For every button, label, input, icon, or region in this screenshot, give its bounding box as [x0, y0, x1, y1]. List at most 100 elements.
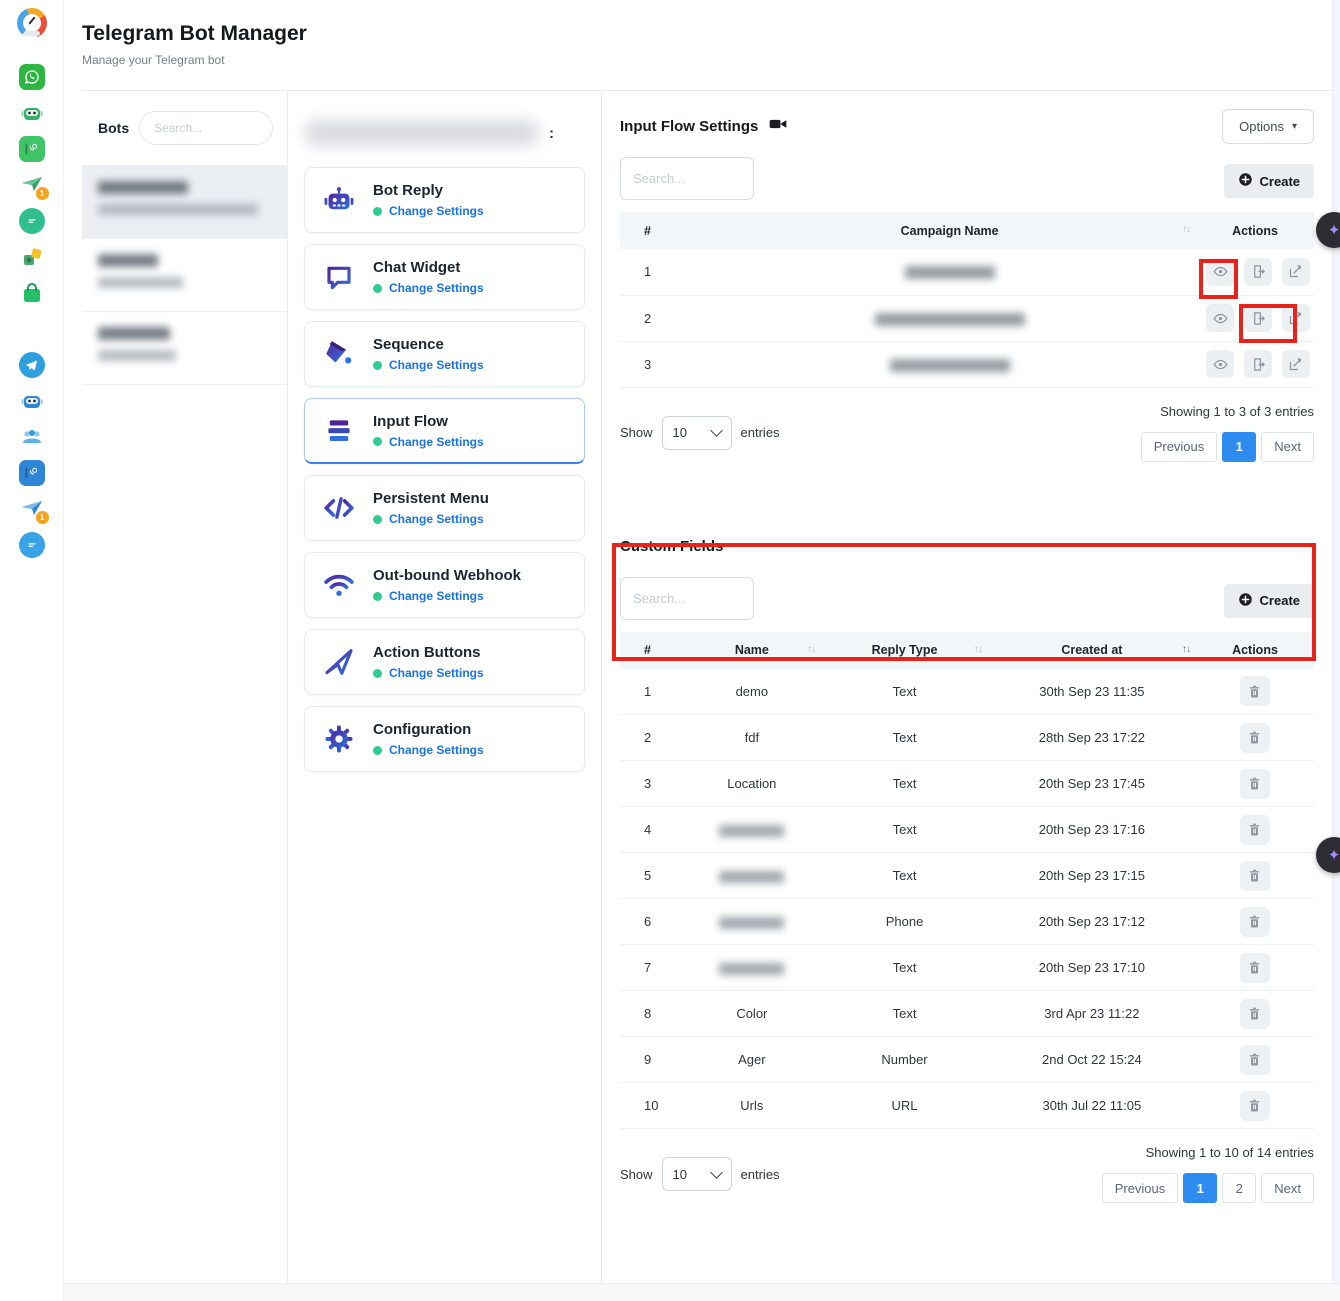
fields-create-button[interactable]: Create	[1224, 584, 1314, 618]
field-reply-type: Number	[821, 1037, 988, 1083]
page-size-select[interactable]: 10	[662, 416, 732, 450]
contacts-green-icon[interactable]	[19, 136, 45, 162]
change-settings-link[interactable]: Change Settings	[389, 435, 484, 449]
column-header-created-at[interactable]: Created at↑↓	[988, 632, 1196, 669]
flow-search-input[interactable]	[620, 157, 754, 200]
menu-card-bot-reply[interactable]: Bot Reply Change Settings	[304, 167, 585, 233]
field-name: Location	[682, 761, 821, 807]
chevron-down-icon	[710, 424, 723, 437]
store-green-icon[interactable]	[19, 280, 45, 306]
sort-icon-active[interactable]: ↑↓	[1182, 644, 1190, 655]
menu-card-label: Sequence	[373, 336, 484, 353]
change-settings-link[interactable]: Change Settings	[389, 743, 484, 757]
sort-icon[interactable]: ↑↓	[807, 644, 815, 655]
field-reply-type: Text	[821, 807, 988, 853]
page-subtitle: Manage your Telegram bot	[82, 53, 307, 67]
column-header-reply-type[interactable]: Reply Type↑↓	[821, 632, 988, 669]
change-settings-link[interactable]: Change Settings	[389, 589, 484, 603]
column-header-name[interactable]: Name↑↓	[682, 632, 821, 669]
campaign-blue-icon[interactable]: 1	[19, 496, 45, 522]
sort-icon[interactable]: ↑↓	[974, 644, 982, 655]
menu-card-outbound-webhook[interactable]: Out-bound Webhook Change Settings	[304, 552, 585, 618]
menu-card-chat-widget[interactable]: Chat Widget Change Settings	[304, 244, 585, 310]
previous-page-button[interactable]: Previous	[1141, 432, 1218, 462]
menu-card-label: Input Flow	[373, 413, 484, 430]
campaign-green-icon[interactable]: 1	[19, 172, 45, 198]
field-row: 10 Urls URL 30th Jul 22 11:05	[620, 1083, 1314, 1129]
field-name: demo	[682, 669, 821, 715]
bots-search-input[interactable]	[139, 111, 273, 145]
bot-list-item[interactable]	[82, 239, 287, 312]
bot-blue-icon[interactable]	[19, 388, 45, 414]
menu-card-action-buttons[interactable]: Action Buttons Change Settings	[304, 629, 585, 695]
chat-blue-icon[interactable]	[19, 532, 45, 558]
column-header-actions: Actions	[1196, 212, 1314, 249]
page-1-button[interactable]: 1	[1222, 432, 1256, 462]
menu-card-persistent-menu[interactable]: Persistent Menu Change Settings	[304, 475, 585, 541]
delete-button[interactable]	[1240, 953, 1270, 983]
flow-create-button[interactable]: Create	[1224, 164, 1314, 198]
fields-search-input[interactable]	[620, 577, 754, 620]
delete-button[interactable]	[1240, 769, 1270, 799]
export-button[interactable]	[1244, 258, 1272, 286]
sort-icon[interactable]: ↑↓	[1182, 224, 1190, 235]
delete-button[interactable]	[1240, 723, 1270, 753]
row-number: 2	[620, 715, 682, 761]
export-button[interactable]	[1244, 304, 1272, 332]
edit-button[interactable]	[1282, 304, 1310, 332]
scrollbar-track[interactable]	[1332, 0, 1340, 1301]
delete-button[interactable]	[1240, 815, 1270, 845]
change-settings-link[interactable]: Change Settings	[389, 358, 484, 372]
view-button[interactable]	[1206, 304, 1234, 332]
bot-green-icon[interactable]	[19, 100, 45, 126]
page-2-button[interactable]: 2	[1222, 1173, 1256, 1203]
integrations-green-icon[interactable]	[19, 244, 45, 270]
bot-list-item[interactable]	[82, 312, 287, 385]
change-settings-link[interactable]: Change Settings	[389, 666, 484, 680]
status-dot	[373, 361, 382, 370]
field-created-at: 30th Jul 22 11:05	[988, 1083, 1196, 1129]
entries-label: entries	[741, 425, 780, 440]
column-header-num: #	[620, 632, 682, 669]
paper-plane-icon	[319, 645, 359, 679]
contacts-blue-icon[interactable]	[19, 460, 45, 486]
delete-button[interactable]	[1240, 861, 1270, 891]
delete-button[interactable]	[1240, 1091, 1270, 1121]
chat-green-icon[interactable]	[19, 208, 45, 234]
delete-button[interactable]	[1240, 1045, 1270, 1075]
menu-card-input-flow-selected[interactable]: Input Flow Change Settings	[304, 398, 585, 464]
change-settings-link[interactable]: Change Settings	[389, 204, 484, 218]
change-settings-link[interactable]: Change Settings	[389, 281, 484, 295]
gear-icon	[319, 722, 359, 756]
view-button[interactable]	[1206, 258, 1234, 286]
edit-button[interactable]	[1282, 350, 1310, 378]
whatsapp-icon[interactable]	[19, 64, 45, 90]
redacted-field-name	[719, 871, 784, 883]
page-size-select[interactable]: 10	[662, 1157, 732, 1191]
video-camera-icon[interactable]	[768, 114, 788, 139]
team-blue-icon[interactable]	[19, 424, 45, 450]
delete-button[interactable]	[1240, 999, 1270, 1029]
menu-card-sequence[interactable]: Sequence Change Settings	[304, 321, 585, 387]
next-page-button[interactable]: Next	[1261, 1173, 1314, 1203]
export-button[interactable]	[1244, 350, 1272, 378]
redacted-field-name	[719, 917, 784, 929]
bot-list-item-selected[interactable]	[82, 166, 287, 239]
field-row: 3 Location Text 20th Sep 23 17:45	[620, 761, 1314, 807]
next-page-button[interactable]: Next	[1261, 432, 1314, 462]
edit-button[interactable]	[1282, 258, 1310, 286]
change-settings-link[interactable]: Change Settings	[389, 512, 484, 526]
previous-page-button[interactable]: Previous	[1102, 1173, 1179, 1203]
page-1-button[interactable]: 1	[1183, 1173, 1217, 1203]
redacted-bot-username	[98, 204, 258, 215]
delete-button[interactable]	[1240, 907, 1270, 937]
field-reply-type: Text	[821, 669, 988, 715]
view-button[interactable]	[1206, 350, 1234, 378]
menu-card-configuration[interactable]: Configuration Change Settings	[304, 706, 585, 772]
telegram-icon[interactable]	[19, 352, 45, 378]
speedtest-logo-icon[interactable]	[17, 8, 47, 38]
delete-button[interactable]	[1240, 676, 1270, 706]
options-button[interactable]: Options▾	[1222, 109, 1314, 144]
column-header-campaign[interactable]: Campaign Name↑↓	[703, 212, 1196, 249]
redacted-bot-username	[98, 277, 183, 288]
